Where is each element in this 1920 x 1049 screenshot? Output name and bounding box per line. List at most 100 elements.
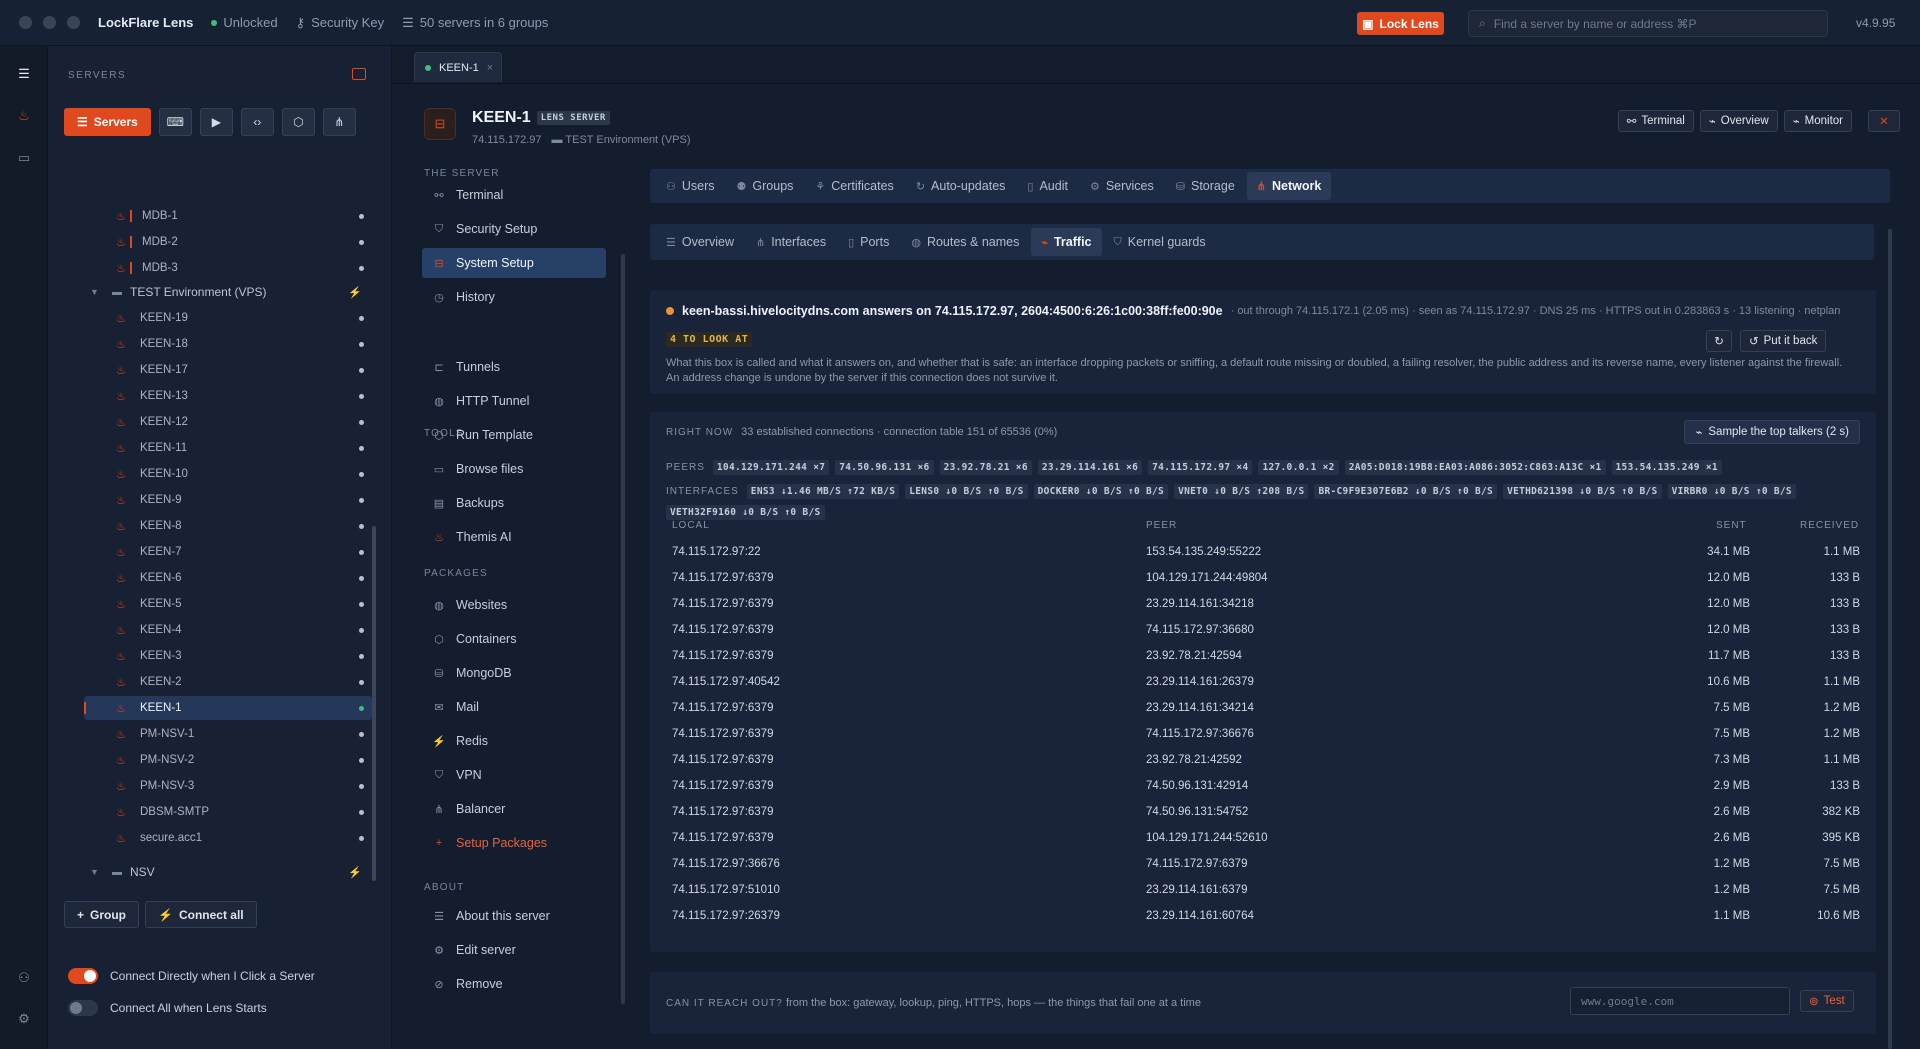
tab-users[interactable]: ⚇ Users [656,172,725,200]
nav-item-about-server[interactable]: ☰ About this server [422,901,606,931]
nav-item-terminal[interactable]: ⚯ Terminal [422,180,606,210]
table-row[interactable]: 74.115.172.97:22 153.54.135.249:55222 34.1… [666,540,1866,566]
server-item[interactable]: ♨ KEEN-8 [116,514,372,538]
nav-item-security-setup[interactable]: ⛉ Security Setup [422,214,606,244]
users-rail-icon[interactable]: ⚇ [12,966,36,990]
sidebar-scrollbar[interactable] [372,526,376,881]
nav-item-http-tunnel[interactable]: ◍ HTTP Tunnel [422,386,606,416]
servers-rail-icon[interactable]: ☰ [12,62,36,86]
server-item[interactable]: ♨ PM-NSV-1 [116,722,372,746]
server-item[interactable]: ♨ PM-NSV-2 [116,748,372,772]
test-button[interactable]: ⊚ Test [1800,990,1854,1012]
table-row[interactable]: 74.115.172.97:6379 23.92.78.21:42594 11.7 … [666,644,1866,670]
table-row[interactable]: 74.115.172.97:6379 23.29.114.161:34218 12.… [666,592,1866,618]
nav-item-remove[interactable]: ⊘ Remove [422,969,606,999]
table-row[interactable]: 74.115.172.97:6379 104.129.171.244:52610 2… [666,826,1866,852]
nav-item-edit-server[interactable]: ⚙ Edit server [422,935,606,965]
close-icon[interactable]: × [487,62,493,74]
tab-storage[interactable]: ⛁ Storage [1166,172,1245,200]
server-item[interactable]: ♨ KEEN-19 [116,306,372,330]
window-close-button[interactable] [19,16,32,29]
window-minimize-button[interactable] [43,16,56,29]
overview-button[interactable]: ⌁ Overview [1699,110,1778,132]
server-item-mdb-3[interactable]: ♨ MDB-3 [116,256,372,280]
server-item[interactable]: ♨ secure.acc1 [116,826,372,850]
table-row[interactable]: 74.115.172.97:6379 23.92.78.21:42592 7.3 M… [666,748,1866,774]
network-tab[interactable]: ⋔ [322,108,356,136]
nav-item-balancer[interactable]: ⋔ Balancer [422,794,606,824]
content-scrollbar[interactable] [1888,229,1892,1049]
server-item[interactable]: ♨ KEEN-4 [116,618,372,642]
nav-item-history[interactable]: ◷ History [422,282,606,312]
server-item[interactable]: ♨ KEEN-7 [116,540,372,564]
nav-item-system-setup[interactable]: ⊟ System Setup [422,248,606,278]
play-tab[interactable]: ▶ [199,108,233,136]
group-nsv[interactable]: ▼ ▬ NSV ⚡ [90,860,378,882]
subtab-ports[interactable]: ▯ Ports [838,228,899,256]
connect-all-button[interactable]: ⚡ Connect all [145,901,257,928]
nav-item-mail[interactable]: ✉ Mail [422,692,606,722]
put-it-back-button[interactable]: ↺ Put it back [1740,330,1827,352]
package-tab[interactable]: ⬡ [281,108,315,136]
nav-item-containers[interactable]: ⬡ Containers [422,624,606,654]
servers-tab[interactable]: ☰ Servers [64,108,151,136]
sample-top-talkers-button[interactable]: ⌁ Sample the top talkers (2 s) [1684,420,1860,444]
server-item[interactable]: ♨ KEEN-5 [116,592,372,616]
server-item[interactable]: ♨ KEEN-18 [116,332,372,356]
table-row[interactable]: 74.115.172.97:51010 23.29.114.161:6379 1.2… [666,878,1866,904]
server-item[interactable]: ♨ KEEN-17 [116,358,372,382]
nav-scrollbar[interactable] [621,254,625,1004]
subtab-traffic[interactable]: ⌁ Traffic [1031,228,1102,256]
server-item[interactable]: ♨ KEEN-3 [116,644,372,668]
table-row[interactable]: 74.115.172.97:6379 74.50.96.131:42914 2.9 … [666,774,1866,800]
bolt-icon[interactable]: ⚡ [348,866,362,879]
subtab-kernel-guards[interactable]: ⛉ Kernel guards [1104,228,1216,256]
nav-item-backups[interactable]: ▤ Backups [422,488,606,518]
window-maximize-button[interactable] [67,16,80,29]
server-item[interactable]: ♨ KEEN-9 [116,488,372,512]
nav-item-vpn[interactable]: ⛉ VPN [422,760,606,790]
terminal-tab[interactable]: ⌨ [158,108,192,136]
table-row[interactable]: 74.115.172.97:6379 74.50.96.131:54752 2.6 … [666,800,1866,826]
tab-services[interactable]: ⚙ Services [1080,172,1164,200]
nav-item-mongodb[interactable]: ⛁ MongoDB [422,658,606,688]
gear-icon[interactable]: ⚙ [12,1007,36,1031]
table-row[interactable]: 74.115.172.97:40542 23.29.114.161:26379 10… [666,670,1866,696]
refresh-button[interactable]: ↻ [1706,330,1732,352]
bolt-icon[interactable]: ⚡ [348,286,362,299]
table-row[interactable]: 74.115.172.97:6379 23.29.114.161:34214 7.5… [666,696,1866,722]
security-key[interactable]: ⚷ Security Key [296,15,385,31]
table-row[interactable]: 74.115.172.97:6379 74.115.172.97:36676 7.5… [666,722,1866,748]
connect-direct-toggle[interactable] [68,968,98,984]
nav-item-websites[interactable]: ◍ Websites [422,590,606,620]
monitor-button[interactable]: ⌁ Monitor [1783,110,1852,132]
sidebar-toggle-icon[interactable] [352,68,366,80]
nav-item-browse-files[interactable]: ▭ Browse files [422,454,606,484]
table-row[interactable]: 74.115.172.97:6379 104.129.171.244:49804 1… [666,566,1866,592]
nav-item-themis-ai[interactable]: ♨ Themis AI [422,522,606,552]
flame-rail-icon[interactable]: ♨ [12,104,36,128]
group-test-environment[interactable]: ▼ ▬ TEST Environment (VPS) ⚡ [90,280,378,304]
server-item[interactable]: ♨ KEEN-2 [116,670,372,694]
nav-item-redis[interactable]: ⚡ Redis [422,726,606,756]
server-item[interactable]: ♨ KEEN-13 [116,384,372,408]
reach-target-input[interactable]: www.google.com [1570,987,1790,1015]
add-group-button[interactable]: + Group [64,901,140,928]
server-item[interactable]: ♨ KEEN-6 [116,566,372,590]
table-row[interactable]: 74.115.172.97:26379 23.29.114.161:60764 1.… [666,904,1866,930]
tab-audit[interactable]: ▯ Audit [1017,172,1078,200]
table-row[interactable]: 74.115.172.97:36676 74.115.172.97:6379 1.2… [666,852,1866,878]
terminal-button[interactable]: ⚯ Terminal [1617,110,1694,132]
server-item[interactable]: ♨ KEEN-10 [116,462,372,486]
folder-rail-icon[interactable]: ▭ [12,146,36,170]
server-search-input[interactable]: ⌕ Find a server by name or address ⌘P [1468,10,1828,37]
tab-network[interactable]: ⋔ Network [1246,172,1332,200]
nav-item-run-template[interactable]: ⬡ Run Template [422,420,606,450]
lock-lens-button[interactable]: ▣ Lock Lens [1357,12,1444,35]
tab-auto-updates[interactable]: ↻ Auto-updates [906,172,1016,200]
server-item[interactable]: ♨ KEEN-11 [116,436,372,460]
table-row[interactable]: 74.115.172.97:6379 74.115.172.97:36680 12.… [666,618,1866,644]
tab-certificates[interactable]: ⚘ Certificates [805,172,903,200]
server-item-mdb-2[interactable]: ♨ MDB-2 [116,230,372,254]
subtab-overview[interactable]: ☰ Overview [656,228,744,256]
